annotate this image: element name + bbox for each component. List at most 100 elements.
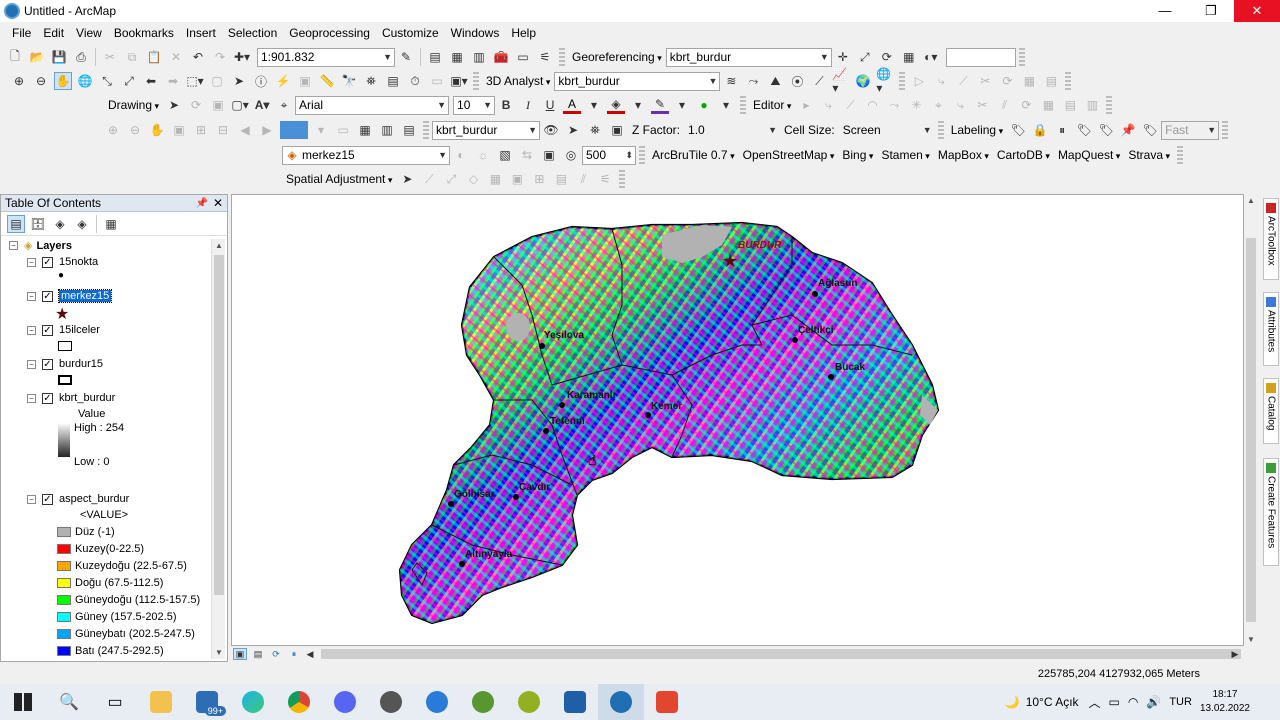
identify-icon[interactable]: ⓘ <box>252 72 270 90</box>
layout-zoom-in-icon[interactable]: ⊕ <box>104 121 122 139</box>
georef-rotate-input[interactable] <box>945 47 1016 67</box>
map-vscroll-thumb[interactable] <box>1246 238 1256 622</box>
endpoint-arc-icon[interactable]: ◠ <box>863 96 881 114</box>
pin-label-icon[interactable]: 📌 <box>1119 121 1137 139</box>
pan-icon[interactable]: ✋ <box>54 72 72 90</box>
lock-labels-icon[interactable]: 🔒 <box>1031 121 1049 139</box>
sa-new-link-icon[interactable]: ⟋ <box>420 170 438 188</box>
list-by-source-icon[interactable]: 🗄 <box>29 215 47 233</box>
flicker-rate-input[interactable]: 500 ⬍ <box>582 145 636 165</box>
identify-surface-icon[interactable]: 👁 <box>542 121 560 139</box>
zoom-percent-box[interactable] <box>280 121 308 139</box>
labeling-menu[interactable]: Labeling <box>947 123 1007 137</box>
edit-vertices-icon[interactable]: ▷ <box>910 72 928 90</box>
task-view-icon[interactable]: ▭ <box>92 684 138 720</box>
change-layout-icon[interactable]: ▥ <box>378 121 396 139</box>
drawing-menu[interactable]: Drawing <box>104 98 163 112</box>
find-icon[interactable]: 🔭 <box>340 72 358 90</box>
volume-icon[interactable]: 🔊 <box>1146 695 1161 709</box>
map-hscroll-thumb[interactable] <box>321 649 1241 659</box>
file-explorer-icon[interactable] <box>138 684 184 720</box>
interpolate-point-icon[interactable]: ⦿ <box>788 72 806 90</box>
undo-icon[interactable]: ↶ <box>189 48 207 66</box>
zoom-whole-page-icon[interactable]: ▣ <box>209 96 227 114</box>
maximize-button[interactable]: ❐ <box>1188 0 1234 22</box>
bing-menu[interactable]: Bing <box>838 148 877 162</box>
contrast-icon[interactable]: ◐ <box>452 146 470 164</box>
arcglobe-icon[interactable]: 🌐▾ <box>876 67 894 95</box>
hscroll-left-icon[interactable]: ◀ <box>305 648 315 660</box>
layout-zoom-out-icon[interactable]: ⊖ <box>126 121 144 139</box>
rectangle-icon[interactable]: ▢▾ <box>231 96 249 114</box>
marker-color-dropdown[interactable]: ▾ <box>717 96 735 114</box>
menu-file[interactable]: File <box>6 26 37 40</box>
rotate-editor-icon[interactable]: ⟳ <box>1017 96 1035 114</box>
map-scroll-down-icon[interactable]: ▼ <box>1247 635 1255 644</box>
copy-icon[interactable]: ⧉ <box>123 48 141 66</box>
strava-menu[interactable]: Strava <box>1124 148 1174 162</box>
clear-selection-icon[interactable]: ▢ <box>208 72 226 90</box>
layer-burdur15-checkbox[interactable]: ✓ <box>42 358 53 370</box>
modelbuilder-icon[interactable]: ⚟ <box>536 48 554 66</box>
sa-displacement-icon[interactable]: ▦ <box>486 170 504 188</box>
sa-identity-icon[interactable]: ⊞ <box>530 170 548 188</box>
select-features-icon[interactable]: ⬚▾ <box>186 72 204 90</box>
print-icon[interactable]: ⎙ <box>72 48 90 66</box>
weather-icon[interactable]: 🌙 <box>1005 695 1020 709</box>
select-elements-draw-icon[interactable]: ➤ <box>165 96 183 114</box>
font-combo[interactable]: Arial ▼ <box>295 95 450 115</box>
mapbox-menu[interactable]: MapBox <box>934 148 993 162</box>
layer-merkez15-checkbox[interactable]: ✓ <box>42 290 53 302</box>
interpolate-surface-icon[interactable]: ⛯ <box>586 121 604 139</box>
sketch-properties-icon[interactable]: ▤ <box>1042 72 1060 90</box>
scroll-up-icon[interactable]: ▲ <box>212 241 226 250</box>
app-icon-shield[interactable] <box>552 684 598 720</box>
menu-customize[interactable]: Customize <box>376 26 445 40</box>
menu-bookmarks[interactable]: Bookmarks <box>108 26 180 40</box>
forward-extent-icon[interactable]: ➡ <box>164 72 182 90</box>
cut-editor-icon[interactable]: ✂ <box>973 96 991 114</box>
search-taskbar-icon[interactable]: 🔍 <box>46 684 92 720</box>
edit-vertices-draw-icon[interactable]: ⌖ <box>275 96 293 114</box>
surface-layer-combo[interactable]: kbrt_burdur ▼ <box>432 120 540 140</box>
start-button[interactable] <box>0 684 46 720</box>
python-window-icon[interactable]: ▭ <box>514 48 532 66</box>
app-icon-blue[interactable] <box>414 684 460 720</box>
refresh-icon[interactable]: ⟳ <box>269 648 283 660</box>
georeferencing-layer-combo[interactable]: kbrt_burdur ▼ <box>665 47 832 67</box>
flicker-rate-icon[interactable]: ◎ <box>562 146 580 164</box>
fixed-zoom-in-icon[interactable]: ⤡ <box>98 72 116 90</box>
scroll-down-icon[interactable]: ▼ <box>212 648 226 657</box>
select-surface-icon[interactable]: ➤ <box>564 121 582 139</box>
zoom-out-icon[interactable]: ⊖ <box>32 72 50 90</box>
arcmap-taskbar-icon[interactable] <box>598 684 644 720</box>
edge-icon[interactable] <box>230 684 276 720</box>
label-manager-icon[interactable]: 🏷 <box>1009 121 1027 139</box>
focus-data-frame-icon[interactable]: ▦ <box>356 121 374 139</box>
layout-pan-icon[interactable]: ✋ <box>148 121 166 139</box>
wifi-icon[interactable]: ◠ <box>1128 695 1138 709</box>
layer-aspect-burdur-checkbox[interactable]: ✓ <box>42 493 53 505</box>
layer-15ilceler-checkbox[interactable]: ✓ <box>42 324 53 336</box>
brightness-icon[interactable]: ☼ <box>474 146 492 164</box>
zoom-percent-dropdown[interactable]: ▾ <box>312 121 330 139</box>
layer-kbrt-burdur-checkbox[interactable]: ✓ <box>42 392 53 404</box>
openstreetmap-menu[interactable]: OpenStreetMap <box>739 148 839 162</box>
swipe-icon[interactable]: ▣▾ <box>450 72 468 90</box>
map-view[interactable]: ★ BURDUR Ağlasun Yeşilova Çeltikçi Bucak… <box>231 194 1244 646</box>
toc-scrollbar[interactable]: ▲ ▼ <box>211 239 225 659</box>
chrome-icon[interactable] <box>276 684 322 720</box>
fill-color-dropdown[interactable]: ▾ <box>629 96 647 114</box>
toggle-draft-icon[interactable]: ▭ <box>334 121 352 139</box>
sa-link-table-icon[interactable]: ▤ <box>552 170 570 188</box>
pin-icon[interactable]: 📌 <box>195 198 209 209</box>
contour-icon[interactable]: ≋ <box>722 72 740 90</box>
layout-fixed-out-icon[interactable]: ⊟ <box>214 121 232 139</box>
toc-scroll-thumb[interactable] <box>214 255 224 595</box>
layout-back-icon[interactable]: ◀ <box>236 121 254 139</box>
catalog-window-icon[interactable]: ▦ <box>448 48 466 66</box>
sa-edge-match-icon[interactable]: ⫽ <box>574 170 592 188</box>
layer-15nokta[interactable]: − ✓ 15nokta <box>27 256 98 268</box>
view-unplaced-icon[interactable]: 🏷 <box>1075 121 1093 139</box>
find-route-icon[interactable]: ⛯ <box>362 72 380 90</box>
